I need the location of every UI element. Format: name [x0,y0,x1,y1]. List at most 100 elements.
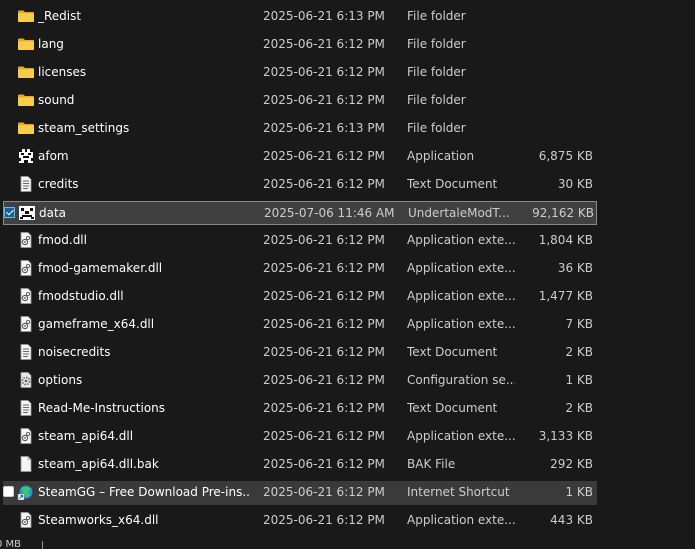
file-row[interactable]: licenses 2025-06-21 6:12 PM File folder [3,61,597,85]
status-separator [42,541,43,549]
file-row[interactable]: SteamGG – Free Download Pre-ins... 2025-0… [3,481,597,505]
folder-icon [17,92,35,108]
file-type: Application exte... [407,429,515,443]
file-type: Internet Shortcut [407,485,510,499]
internet-shortcut-icon [17,484,35,501]
file-type: Application exte... [407,289,515,303]
file-size [518,5,593,27]
file-name: steam_api64.dll.bak [38,457,159,471]
file-row[interactable]: steam_settings 2025-06-21 6:13 PM File fol… [3,117,597,141]
file-date-modified: 2025-06-21 6:12 PM [263,37,385,51]
file-date-modified: 2025-06-21 6:12 PM [263,93,385,107]
file-date-modified: 2025-06-21 6:12 PM [263,373,385,387]
file-date-modified: 2025-06-21 6:12 PM [263,485,385,499]
file-name: gameframe_x64.dll [38,317,155,331]
file-row[interactable]: steam_api64.dll.bak 2025-06-21 6:12 PM BAK… [3,453,597,477]
file-row[interactable]: fmod.dll 2025-06-21 6:12 PM Application ex… [3,229,597,253]
file-date-modified: 2025-06-21 6:12 PM [263,289,385,303]
file-type: File folder [407,93,466,107]
undertale-mod-file-icon [18,205,36,221]
file-name: fmodstudio.dll [38,289,124,303]
file-date-modified: 2025-06-21 6:12 PM [263,345,385,359]
folder-icon [17,8,35,24]
file-row[interactable]: gameframe_x64.dll 2025-06-21 6:12 PM Appli… [3,313,597,337]
file-date-modified: 2025-07-06 11:46 AM [264,206,395,220]
file-size: 1,477 KB [538,289,593,303]
file-type: Text Document [407,401,498,415]
file-name: steam_api64.dll [38,429,134,443]
status-bar: 0 MB [0,538,695,549]
file-row[interactable]: fmodstudio.dll 2025-06-21 6:12 PM Applicat… [3,285,597,309]
file-row[interactable]: fmod-gamemaker.dll 2025-06-21 6:12 PM Appl… [3,257,597,281]
file-row[interactable]: noisecredits 2025-06-21 6:12 PM Text Docum… [3,341,597,365]
file-size [518,61,593,83]
file-type: Application [407,149,475,163]
file-name: afom [38,149,69,163]
file-type: File folder [407,121,466,135]
file-type: Text Document [407,177,498,191]
file-size: 36 KB [557,261,593,275]
file-type: BAK File [407,457,456,471]
file-type: File folder [407,37,466,51]
file-row[interactable]: data 2025-07-06 11:46 AM UndertaleModT... 9… [3,201,597,225]
file-size [518,33,593,55]
file-size: 1,804 KB [538,233,593,247]
file-name: noisecredits [38,345,111,359]
dll-file-icon [17,512,35,528]
file-type: UndertaleModT... [408,206,510,220]
file-row[interactable]: steam_api64.dll 2025-06-21 6:12 PM Applica… [3,425,597,449]
file-row[interactable]: _Redist 2025-06-21 6:13 PM File folder [3,5,597,29]
file-size: 443 KB [550,513,593,527]
file-date-modified: 2025-06-21 6:12 PM [263,401,385,415]
file-date-modified: 2025-06-21 6:12 PM [263,233,385,247]
file-date-modified: 2025-06-21 6:12 PM [263,429,385,443]
file-row[interactable]: Read-Me-Instructions 2025-06-21 6:12 PM Te… [3,397,597,421]
file-size: 7 KB [565,317,593,331]
file-name: SteamGG – Free Download Pre-ins... [38,485,250,499]
file-size: 1 KB [565,373,593,387]
file-name: lang [38,37,64,51]
game-app-icon [17,148,35,164]
file-name: _Redist [38,9,82,23]
file-row[interactable]: lang 2025-06-21 6:12 PM File folder [3,33,597,57]
dll-file-icon [17,316,35,332]
row-checkbox[interactable] [4,207,15,218]
folder-icon [17,36,35,52]
file-type: Application exte... [407,513,515,527]
file-type: Application exte... [407,233,515,247]
file-size: 92,162 KB [532,206,594,220]
file-date-modified: 2025-06-21 6:12 PM [263,65,385,79]
file-size: 3,133 KB [538,429,593,443]
blank-file-icon [17,456,35,472]
text-document-icon [17,400,35,416]
file-date-modified: 2025-06-21 6:13 PM [263,121,385,135]
row-checkbox[interactable] [3,486,14,497]
text-document-icon [17,344,35,360]
file-size: 2 KB [565,345,593,359]
file-date-modified: 2025-06-21 6:12 PM [263,261,385,275]
status-selection-size: 0 MB [0,539,22,549]
dll-file-icon [17,428,35,444]
text-document-icon [17,176,35,192]
file-row[interactable]: options 2025-06-21 6:12 PM Configuration s… [3,369,597,393]
folder-icon [17,64,35,80]
file-name: data [39,206,67,220]
file-name: sound [38,93,75,107]
file-type: Text Document [407,345,498,359]
file-row[interactable]: sound 2025-06-21 6:12 PM File folder [3,89,597,113]
file-row[interactable]: credits 2025-06-21 6:12 PM Text Document 30… [3,173,597,197]
file-size: 292 KB [550,457,593,471]
file-type: Configuration se... [407,373,515,387]
file-size: 30 KB [557,177,593,191]
file-date-modified: 2025-06-21 6:12 PM [263,513,385,527]
file-row[interactable]: Steamworks_x64.dll 2025-06-21 6:12 PM Appl… [3,509,597,533]
file-list: _Redist 2025-06-21 6:13 PM File folder lang… [0,0,695,549]
file-size: 6,875 KB [538,149,593,163]
file-date-modified: 2025-06-21 6:12 PM [263,457,385,471]
file-size [518,89,593,111]
file-name: fmod-gamemaker.dll [38,261,163,275]
file-type: File folder [407,65,466,79]
file-name: steam_settings [38,121,130,135]
file-name: fmod.dll [38,233,87,247]
file-row[interactable]: afom 2025-06-21 6:12 PM Application 6,875 K… [3,145,597,169]
